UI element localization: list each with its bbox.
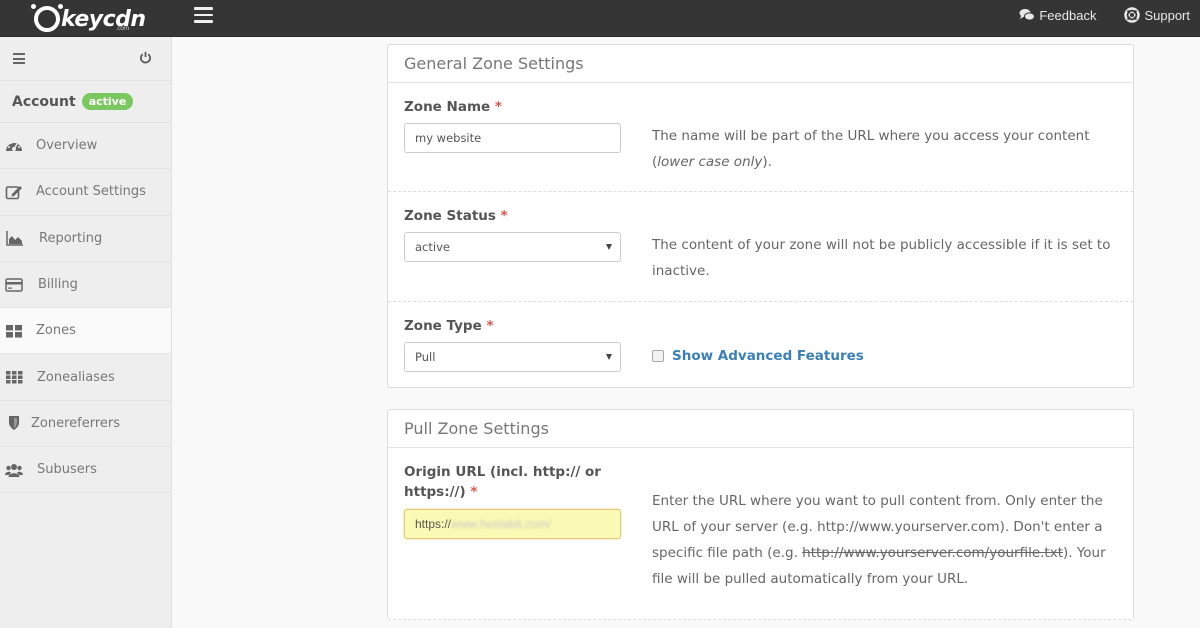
sidebar-item-label: Billing xyxy=(38,277,78,293)
required-marker: * xyxy=(500,208,508,224)
origin-url-input[interactable]: https://www.hestabit.com/ xyxy=(404,509,621,539)
panel-title: Pull Zone Settings xyxy=(388,410,1133,448)
sidebar-item-zonealiases[interactable]: Zonealiases xyxy=(0,354,171,401)
zone-name-row: Zone Name * my website The name will be … xyxy=(388,83,1133,192)
sidebar-item-label: Account Settings xyxy=(36,184,146,200)
required-marker: * xyxy=(486,318,494,334)
sidebar-item-zonereferrers[interactable]: Zonereferrers xyxy=(0,401,171,448)
sidebar-header xyxy=(0,37,171,81)
zone-type-select[interactable]: Pull xyxy=(404,342,621,372)
panel-title: General Zone Settings xyxy=(388,45,1133,83)
shield-icon xyxy=(9,416,19,431)
required-marker: * xyxy=(470,484,478,500)
sidebar-item-label: Zones xyxy=(36,323,76,339)
grid-dots-icon xyxy=(6,371,23,384)
zone-status-help: The content of your zone will not be pub… xyxy=(652,237,1111,279)
menu-toggle-button[interactable] xyxy=(194,7,213,23)
support-link[interactable]: Support xyxy=(1124,7,1190,23)
zone-type-row: Zone Type * Pull Show Advanced Features xyxy=(388,302,1133,387)
feedback-label: Feedback xyxy=(1039,7,1097,23)
account-row: Account active xyxy=(0,81,171,123)
show-advanced-features-label[interactable]: Show Advanced Features xyxy=(672,348,864,364)
sidebar-item-label: Subusers xyxy=(37,462,97,478)
account-title: Account xyxy=(12,93,76,110)
zone-name-help: The name will be part of the URL where y… xyxy=(652,128,1090,170)
checkbox-box[interactable] xyxy=(652,350,664,362)
sidebar-item-account-settings[interactable]: Account Settings xyxy=(0,169,171,216)
hamburger-icon xyxy=(194,7,213,10)
origin-url-help: Enter the URL where you want to pull con… xyxy=(652,493,1106,587)
status-badge: active xyxy=(81,93,134,110)
show-advanced-features-checkbox[interactable]: Show Advanced Features xyxy=(652,348,864,364)
sidebar: Account active Overview Account Settings… xyxy=(0,37,172,628)
users-icon xyxy=(5,463,23,477)
sidebar-item-billing[interactable]: Billing xyxy=(0,262,171,309)
zone-status-row: Zone Status * active The content of your… xyxy=(388,192,1133,302)
origin-url-row: Origin URL (incl. http:// or https://) *… xyxy=(388,448,1133,620)
general-zone-settings-panel: General Zone Settings Zone Name * my web… xyxy=(387,44,1134,388)
power-icon[interactable] xyxy=(139,51,152,64)
credit-card-icon xyxy=(5,277,23,292)
blurred-domain: www.hestabit.com/ xyxy=(451,517,552,531)
logo-subtext: .com xyxy=(116,25,129,32)
support-label: Support xyxy=(1144,7,1190,23)
origin-url-label: Origin URL (incl. http:// or https://) * xyxy=(404,464,601,500)
sidebar-item-subusers[interactable]: Subusers xyxy=(0,447,171,494)
sidebar-item-label: Zonealiases xyxy=(37,369,115,385)
feedback-link[interactable]: Feedback xyxy=(1019,7,1096,23)
life-ring-icon xyxy=(1124,7,1141,23)
zone-type-label: Zone Type * xyxy=(404,318,494,334)
sidebar-item-label: Reporting xyxy=(39,230,103,246)
sidebar-collapse-button[interactable] xyxy=(13,53,25,67)
area-chart-icon xyxy=(6,231,23,246)
sidebar-item-label: Zonereferrers xyxy=(31,415,121,431)
dashboard-icon xyxy=(6,141,22,151)
required-marker: * xyxy=(494,99,502,115)
keycdn-logo[interactable]: keycdn .com xyxy=(31,4,146,34)
sidebar-item-zones[interactable]: Zones xyxy=(0,308,171,355)
edit-icon xyxy=(5,185,22,200)
sidebar-item-label: Overview xyxy=(36,138,98,154)
comments-icon xyxy=(1019,9,1036,21)
sidebar-item-overview[interactable]: Overview xyxy=(0,123,171,170)
zone-status-label: Zone Status * xyxy=(404,208,508,224)
zone-status-select[interactable]: active xyxy=(404,232,621,262)
logo-text: keycdn xyxy=(61,6,146,32)
zone-name-input[interactable]: my website xyxy=(404,123,621,153)
pull-zone-settings-panel: Pull Zone Settings Origin URL (incl. htt… xyxy=(387,409,1134,620)
grid-icon xyxy=(6,324,22,338)
caret-down-icon xyxy=(606,354,612,360)
caret-down-icon xyxy=(606,244,612,250)
zone-name-label: Zone Name * xyxy=(404,99,502,115)
hamburger-icon xyxy=(13,53,25,55)
sidebar-item-reporting[interactable]: Reporting xyxy=(0,216,171,262)
top-navbar: keycdn .com Feedback Support xyxy=(0,0,1200,37)
logo-icon xyxy=(31,4,63,32)
